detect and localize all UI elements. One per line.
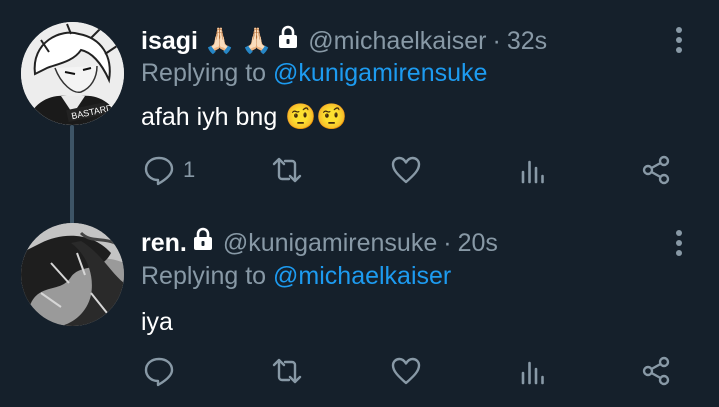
comment-icon <box>143 154 175 186</box>
action-bar <box>0 355 719 395</box>
retweet-icon <box>271 355 303 387</box>
heart-icon <box>390 154 422 186</box>
pray-emoji: 🙏🏻 <box>241 26 273 55</box>
tweet-text-content: afah iyh bng <box>141 103 278 131</box>
replying-prefix: Replying to <box>141 59 267 87</box>
separator-dot: · <box>492 26 501 55</box>
tweet[interactable]: BASTARD isagi 🙏🏻 🙏🏻 @michaelkaiser · 32s… <box>0 0 719 203</box>
avatar[interactable]: BASTARD <box>21 22 124 125</box>
tweet-header: isagi 🙏🏻 🙏🏻 @michaelkaiser · 32s <box>141 25 547 56</box>
stats-button[interactable] <box>517 154 549 186</box>
share-icon <box>640 355 672 387</box>
lock-icon <box>278 25 298 56</box>
share-button[interactable] <box>640 355 672 387</box>
like-button[interactable] <box>390 154 422 186</box>
more-vertical-icon[interactable] <box>675 230 683 260</box>
stats-button[interactable] <box>517 355 549 387</box>
heart-icon <box>390 355 422 387</box>
like-button[interactable] <box>390 355 422 387</box>
separator-dot: · <box>443 228 452 257</box>
lock-icon <box>193 227 213 258</box>
replying-to-link[interactable]: @kunigamirensuke <box>273 59 487 87</box>
reply-button[interactable] <box>143 355 183 387</box>
retweet-button[interactable] <box>271 154 303 186</box>
timestamp[interactable]: 20s <box>458 228 498 258</box>
pray-emoji: 🙏🏻 <box>203 26 236 55</box>
share-button[interactable] <box>640 154 672 186</box>
emoji: 🤨 <box>316 103 348 131</box>
tweet-text: afah iyh bng 🤨 🤨 <box>141 102 348 132</box>
user-handle[interactable]: @michaelkaiser <box>308 26 486 56</box>
tweet-text: iya <box>141 307 173 337</box>
bar-chart-icon <box>517 154 549 186</box>
display-name[interactable]: ren. <box>141 228 187 258</box>
share-icon <box>640 154 672 186</box>
tweet[interactable]: ren. @kunigamirensuke · 20s Replying to … <box>0 203 719 407</box>
replying-to-link[interactable]: @michaelkaiser <box>273 262 451 290</box>
replying-prefix: Replying to <box>141 262 267 290</box>
action-bar: 1 <box>0 154 719 194</box>
tweet-text-content: iya <box>141 308 173 336</box>
bar-chart-icon <box>517 355 549 387</box>
emoji: 🤨 <box>285 103 317 131</box>
more-vertical-icon[interactable] <box>675 27 683 57</box>
retweet-button[interactable] <box>271 355 303 387</box>
reply-button[interactable]: 1 <box>143 154 195 186</box>
timestamp[interactable]: 32s <box>507 26 547 56</box>
replying-to: Replying to @kunigamirensuke <box>141 58 487 88</box>
tweet-header: ren. @kunigamirensuke · 20s <box>141 227 498 258</box>
retweet-icon <box>271 154 303 186</box>
user-handle[interactable]: @kunigamirensuke <box>223 228 437 258</box>
comment-icon <box>143 355 175 387</box>
display-name[interactable]: isagi <box>141 26 198 56</box>
reply-count: 1 <box>183 157 196 182</box>
replying-to: Replying to @michaelkaiser <box>141 261 451 291</box>
avatar[interactable] <box>21 223 124 326</box>
